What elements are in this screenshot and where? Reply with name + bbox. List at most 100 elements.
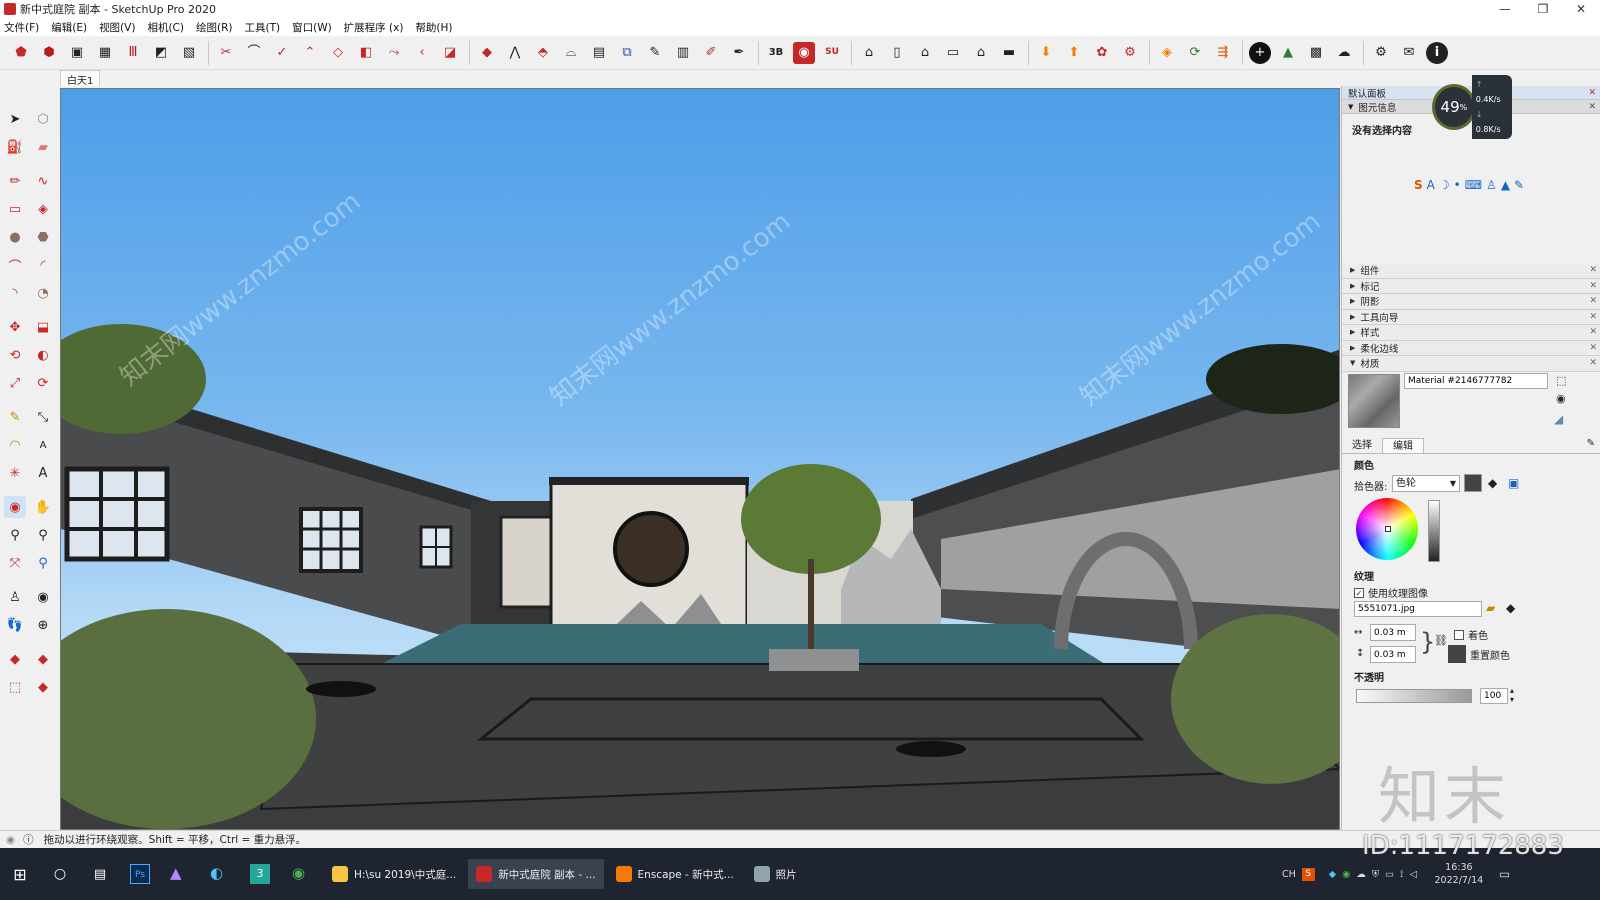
- menu-camera[interactable]: 相机(C): [147, 20, 184, 35]
- rectangle-icon[interactable]: ▭: [4, 198, 26, 220]
- close-icon[interactable]: ✕: [1589, 327, 1597, 337]
- menu-edit[interactable]: 编辑(E): [51, 20, 87, 35]
- menu-extensions[interactable]: 扩展程序 (x): [344, 20, 404, 35]
- windows-start-icon[interactable]: ⊞: [0, 865, 40, 884]
- pencil-icon[interactable]: ✏: [4, 170, 26, 192]
- menu-draw[interactable]: 绘图(R): [196, 20, 233, 35]
- close-icon[interactable]: ✕: [1589, 281, 1597, 291]
- extrude-icon[interactable]: ◧: [355, 42, 377, 64]
- brightness-slider[interactable]: [1428, 500, 1440, 562]
- export-orange-icon[interactable]: ⇶: [1212, 42, 1234, 64]
- tray-network-icon[interactable]: ⟟: [1400, 869, 1404, 880]
- edit-icon[interactable]: ✎: [644, 42, 666, 64]
- tray-components[interactable]: ▶ 组件 ✕: [1342, 263, 1600, 279]
- match-color-model-icon[interactable]: ◆: [1488, 476, 1497, 490]
- tray-volume-icon[interactable]: ◁: [1410, 869, 1417, 880]
- door-icon[interactable]: ▯: [886, 42, 908, 64]
- chain-link-icon[interactable]: ⛓: [1434, 634, 1448, 647]
- fence-icon[interactable]: Ⅲ: [122, 42, 144, 64]
- tray-styles[interactable]: ▶ 样式 ✕: [1342, 325, 1600, 341]
- color-wheel[interactable]: [1356, 498, 1418, 560]
- roof-icon[interactable]: ⌃: [299, 42, 321, 64]
- path-icon[interactable]: ⤳: [383, 42, 405, 64]
- notification-icon[interactable]: ▭: [1499, 867, 1510, 881]
- reset-color-swatch[interactable]: [1448, 645, 1466, 663]
- polygon-icon[interactable]: ⬣: [32, 226, 54, 248]
- info-icon[interactable]: i: [1426, 41, 1448, 64]
- menu-file[interactable]: 文件(F): [4, 20, 39, 35]
- import-icon[interactable]: ⬇: [1035, 42, 1057, 64]
- look-around-icon[interactable]: ◉: [32, 586, 54, 608]
- stair-icon[interactable]: ◩: [150, 42, 172, 64]
- browse-folder-icon[interactable]: ▰: [1486, 601, 1495, 615]
- ime-indicator[interactable]: CH: [1282, 869, 1296, 880]
- ime-moon-icon[interactable]: ☽: [1439, 178, 1450, 192]
- use-texture-row[interactable]: ✓ 使用纹理图像: [1354, 585, 1428, 600]
- menu-help[interactable]: 帮助(H): [415, 20, 452, 35]
- pie-icon[interactable]: ◔: [32, 282, 54, 304]
- wechat-icon[interactable]: ◉: [292, 864, 312, 884]
- menu-window[interactable]: 窗口(W): [292, 20, 332, 35]
- rotate-icon[interactable]: ⟲: [4, 344, 26, 366]
- building-icon[interactable]: ▭: [942, 42, 964, 64]
- follow-me-icon[interactable]: ◐: [32, 344, 54, 366]
- garage-icon[interactable]: ▬: [998, 42, 1020, 64]
- taskbar-item-photos[interactable]: 照片: [746, 859, 805, 889]
- tab-edit[interactable]: 编辑: [1382, 438, 1424, 453]
- move-icon[interactable]: ✥: [4, 316, 26, 338]
- sample-paint-icon[interactable]: ◢: [1554, 412, 1563, 426]
- picker-select[interactable]: 色轮 ▼: [1392, 475, 1460, 492]
- position-camera-icon[interactable]: ♙: [4, 586, 26, 608]
- paint-bucket-icon[interactable]: ⛽: [4, 136, 26, 158]
- export-icon[interactable]: ⬆: [1063, 42, 1085, 64]
- enscape-icon[interactable]: ◈: [1156, 42, 1178, 64]
- warehouse-icon[interactable]: ◆: [4, 648, 26, 670]
- tray-app-icon[interactable]: ◆: [1329, 869, 1336, 880]
- brush-icon[interactable]: ✐: [700, 42, 722, 64]
- layer-icon[interactable]: ▤: [588, 42, 610, 64]
- tray-soften-edges[interactable]: ▶ 柔化边线 ✕: [1342, 340, 1600, 356]
- sync-icon[interactable]: ⟳: [1184, 42, 1206, 64]
- zoom-extents-icon[interactable]: ⤧: [4, 552, 26, 574]
- photoshop-icon[interactable]: Ps: [130, 864, 150, 884]
- ime-tool-icon[interactable]: ✎: [1514, 178, 1524, 192]
- match-color-screen-icon[interactable]: ▣: [1508, 476, 1519, 490]
- maximize-icon[interactable]: ❐: [1524, 0, 1562, 18]
- texture-width-input[interactable]: [1370, 624, 1416, 641]
- tray-cloud-icon[interactable]: ☁: [1356, 869, 1366, 880]
- section-plane-icon[interactable]: ⊕: [32, 614, 54, 636]
- clock[interactable]: 16:36 2022/7/14: [1427, 861, 1491, 887]
- ruby-icon[interactable]: ◆: [32, 676, 54, 698]
- tray-chat-icon[interactable]: ◉: [1342, 869, 1350, 880]
- walk-icon[interactable]: 👣: [4, 614, 26, 636]
- 3d-viewport[interactable]: 知末网www.znzmo.com 知末网www.znzmo.com 知末网www…: [60, 88, 1340, 830]
- three-b-icon[interactable]: 3B: [765, 42, 787, 64]
- tray-instructor[interactable]: ▶ 工具向导 ✕: [1342, 309, 1600, 325]
- eraser-red-icon[interactable]: ◪: [439, 42, 461, 64]
- ime-keyboard-icon[interactable]: ⌨: [1465, 178, 1482, 192]
- menu-tools[interactable]: 工具(T): [244, 20, 280, 35]
- select-icon[interactable]: ➤: [4, 108, 26, 130]
- color-swatch[interactable]: [1464, 474, 1482, 492]
- extension-warehouse-icon[interactable]: ◆: [32, 648, 54, 670]
- arc-tool-icon[interactable]: ⌒: [4, 254, 26, 276]
- material-name-input[interactable]: [1404, 373, 1548, 389]
- cube-icon[interactable]: ◆: [476, 42, 498, 64]
- circle-icon[interactable]: ●: [4, 226, 26, 248]
- lines-icon[interactable]: ⋀: [504, 42, 526, 64]
- texture-height-input[interactable]: [1370, 646, 1416, 663]
- browser-icon[interactable]: ◐: [210, 864, 230, 884]
- checker-icon[interactable]: ▩: [1305, 42, 1327, 64]
- display-material-icon[interactable]: ⬚: [1556, 374, 1566, 387]
- task-view-icon[interactable]: ▤: [80, 867, 120, 882]
- tab-select[interactable]: 选择: [1342, 438, 1382, 453]
- close-icon[interactable]: ✕: [1589, 296, 1597, 306]
- taskbar-item-sketchup[interactable]: 新中式庭院 副本 - ...: [468, 859, 604, 889]
- scene-tab-daytime[interactable]: 白天1: [60, 70, 101, 87]
- texture-file-input[interactable]: [1354, 601, 1482, 617]
- gear-icon[interactable]: ⚙: [1370, 42, 1392, 64]
- eyedropper-icon[interactable]: ✎: [1587, 438, 1595, 453]
- box-icon[interactable]: ▣: [66, 42, 88, 64]
- opacity-spinner-icon[interactable]: ▴ ▾: [1510, 686, 1514, 704]
- push-icon[interactable]: ⬘: [532, 42, 554, 64]
